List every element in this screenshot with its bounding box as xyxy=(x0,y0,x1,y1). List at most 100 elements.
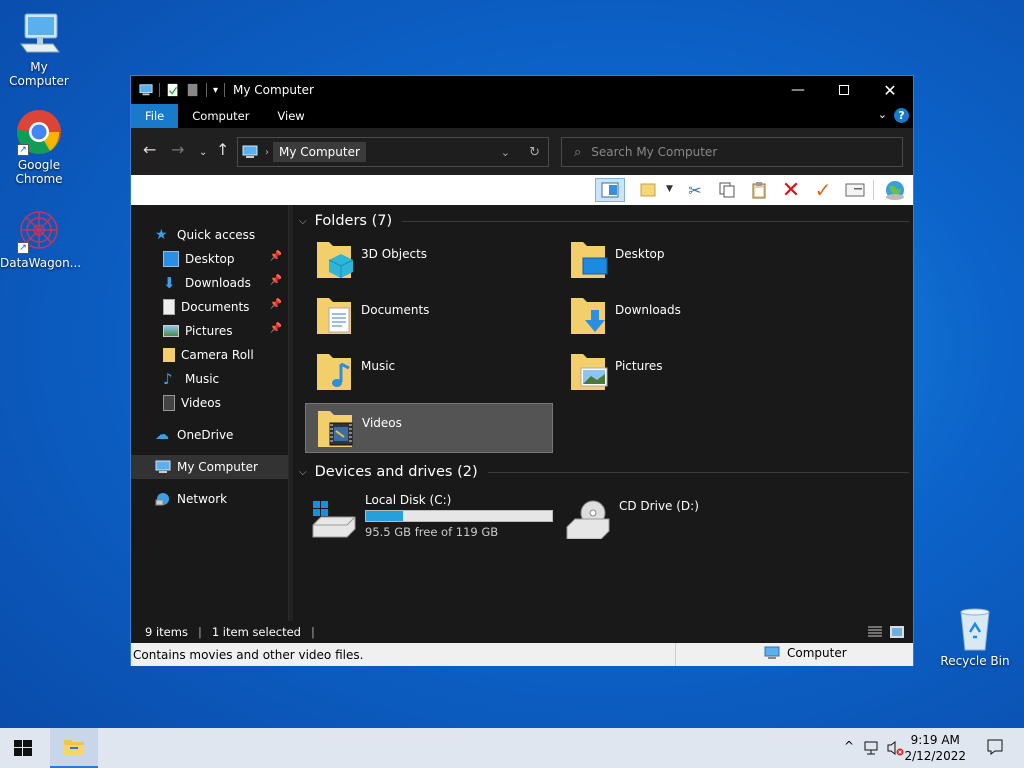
toolbar-separator xyxy=(873,180,874,200)
paste-button[interactable] xyxy=(747,178,771,202)
folder-desktop[interactable]: Desktop xyxy=(559,235,807,285)
expand-ribbon-icon[interactable]: ⌄ xyxy=(878,108,887,121)
close-button[interactable]: ✕ xyxy=(867,76,913,104)
chrome-icon: ↗ xyxy=(15,108,63,156)
breadcrumb-chevron-icon[interactable]: › xyxy=(265,147,269,158)
forward-button[interactable]: → xyxy=(171,142,184,158)
address-bar[interactable]: › My Computer ⌄ ↻ xyxy=(237,137,549,167)
pin-icon: 📌 xyxy=(269,275,282,286)
nav-item-pictures[interactable]: Pictures 📌 xyxy=(131,319,288,343)
toolbar: ▼ ✂ ✕ ✓ xyxy=(131,175,913,205)
cut-button[interactable]: ✂ xyxy=(683,178,707,202)
nav-item-music[interactable]: ♪ Music xyxy=(131,367,288,391)
desktop-icon-datawagon[interactable]: ↗ DataWagon... xyxy=(0,206,81,270)
info-tip: Contains movies and other video files. xyxy=(133,647,364,662)
taskbar-file-explorer[interactable] xyxy=(50,728,98,768)
drive-c-usage-fill xyxy=(366,511,404,521)
checkmark-icon: ✓ xyxy=(814,178,832,202)
desktop-icon-recycle-bin[interactable]: Recycle Bin xyxy=(936,604,1014,668)
nav-my-computer[interactable]: My Computer xyxy=(131,455,288,479)
volume-muted-icon[interactable] xyxy=(886,740,904,756)
collapse-chevron-icon[interactable]: ⌵ xyxy=(299,467,307,478)
drive-local-disk-c[interactable]: Local Disk (C:) 95.5 GB free of 119 GB xyxy=(307,489,557,545)
desktop-icon-my-computer[interactable]: My Computer xyxy=(0,10,78,88)
folder-pictures[interactable]: Pictures xyxy=(559,347,807,397)
new-item-dropdown-icon[interactable]: ▼ xyxy=(666,184,673,194)
new-item-button[interactable] xyxy=(636,178,660,202)
customize-quick-access-icon[interactable]: ▾ xyxy=(213,85,218,96)
search-input[interactable]: ⌕ Search My Computer xyxy=(561,137,903,167)
folder-documents[interactable]: Documents xyxy=(305,291,553,341)
clock[interactable]: 9:19 AM 2/12/2022 xyxy=(904,732,966,764)
explorer-window[interactable]: ▾ My Computer — ✕ File Computer View ⌄ ?… xyxy=(130,75,914,666)
breadcrumb-my-computer[interactable]: My Computer xyxy=(273,142,366,162)
nav-onedrive[interactable]: ☁ OneDrive xyxy=(131,423,288,447)
computer-icon xyxy=(139,84,153,96)
navigation-pane[interactable]: ★ Quick access Desktop 📌 ⬇ Downloads 📌 D… xyxy=(131,205,289,621)
nav-item-camera-roll[interactable]: Camera Roll xyxy=(131,343,288,367)
title-bar[interactable]: ▾ My Computer — ✕ xyxy=(131,76,913,104)
large-icons-view-icon[interactable] xyxy=(889,625,905,639)
properties-button[interactable] xyxy=(843,178,867,202)
network-globe-button[interactable] xyxy=(883,178,907,202)
folders-group-header[interactable]: ⌵ Folders (7) xyxy=(299,213,909,229)
clock-date: 2/12/2022 xyxy=(904,749,966,763)
delete-x-icon: ✕ xyxy=(781,177,801,203)
collapse-chevron-icon[interactable]: ⌵ xyxy=(299,216,307,227)
rename-button[interactable]: ✓ xyxy=(811,178,835,202)
network-tray-icon[interactable] xyxy=(863,740,881,756)
file-explorer-icon xyxy=(64,740,84,755)
minimize-button[interactable]: — xyxy=(775,76,821,104)
folder-documents-icon xyxy=(315,294,355,338)
desktop-icon-google-chrome[interactable]: ↗ Google Chrome xyxy=(0,108,78,186)
folder-downloads-icon xyxy=(569,294,609,338)
tab-file[interactable]: File xyxy=(131,104,179,128)
drive-c-free-space: 95.5 GB free of 119 GB xyxy=(365,525,499,539)
copy-button[interactable] xyxy=(715,178,739,202)
new-folder-icon[interactable] xyxy=(186,83,200,97)
maximize-button[interactable] xyxy=(821,76,867,104)
hard-drive-icon xyxy=(311,499,357,539)
delete-button[interactable]: ✕ xyxy=(779,177,803,203)
refresh-icon[interactable]: ↻ xyxy=(529,145,540,160)
content-pane[interactable]: ⌵ Folders (7) 3D Objects Desktop Documen… xyxy=(289,205,913,621)
properties-card-icon xyxy=(845,183,865,197)
tab-computer[interactable]: Computer xyxy=(178,104,263,128)
divider xyxy=(487,471,909,473)
folder-downloads[interactable]: Downloads xyxy=(559,291,807,341)
drive-c-name: Local Disk (C:) xyxy=(365,493,452,507)
picture-icon xyxy=(163,325,179,337)
nav-item-videos[interactable]: Videos xyxy=(131,391,288,415)
nav-quick-access[interactable]: ★ Quick access xyxy=(131,223,288,247)
nav-item-documents[interactable]: Documents 📌 xyxy=(131,295,288,319)
drive-c-usage-bar xyxy=(365,510,553,522)
details-view-icon[interactable] xyxy=(867,625,883,639)
status-separator: | xyxy=(310,625,315,639)
nav-item-downloads[interactable]: ⬇ Downloads 📌 xyxy=(131,271,288,295)
folder-videos[interactable]: Videos xyxy=(305,403,553,453)
film-icon xyxy=(163,395,175,411)
tab-view[interactable]: View xyxy=(263,104,318,128)
new-item-icon xyxy=(640,183,656,197)
devices-group-header[interactable]: ⌵ Devices and drives (2) xyxy=(299,464,909,480)
start-button[interactable] xyxy=(14,740,32,759)
status-separator: | xyxy=(197,625,202,639)
music-note-icon: ♪ xyxy=(163,370,173,388)
help-icon[interactable]: ? xyxy=(894,108,909,123)
preview-pane-button[interactable] xyxy=(595,178,625,202)
folder-3d-objects[interactable]: 3D Objects xyxy=(305,235,553,285)
up-button[interactable]: ↑ xyxy=(216,142,229,158)
folder-videos-icon xyxy=(316,407,356,451)
back-button[interactable]: ← xyxy=(143,142,156,158)
folder-music[interactable]: Music xyxy=(305,347,553,397)
folder-pictures-icon xyxy=(569,350,609,394)
notification-center-icon[interactable] xyxy=(986,738,1004,756)
nav-network[interactable]: Network xyxy=(131,487,288,511)
show-hidden-icons-chevron[interactable]: ^ xyxy=(844,739,854,753)
recent-locations-icon[interactable]: ⌄ xyxy=(199,145,207,161)
nav-item-desktop[interactable]: Desktop 📌 xyxy=(131,247,288,271)
address-dropdown-icon[interactable]: ⌄ xyxy=(501,146,510,159)
drive-cd-d[interactable]: CD Drive (D:) xyxy=(561,489,811,545)
status-selected-count: 1 item selected xyxy=(211,625,301,639)
properties-icon[interactable] xyxy=(166,83,180,97)
